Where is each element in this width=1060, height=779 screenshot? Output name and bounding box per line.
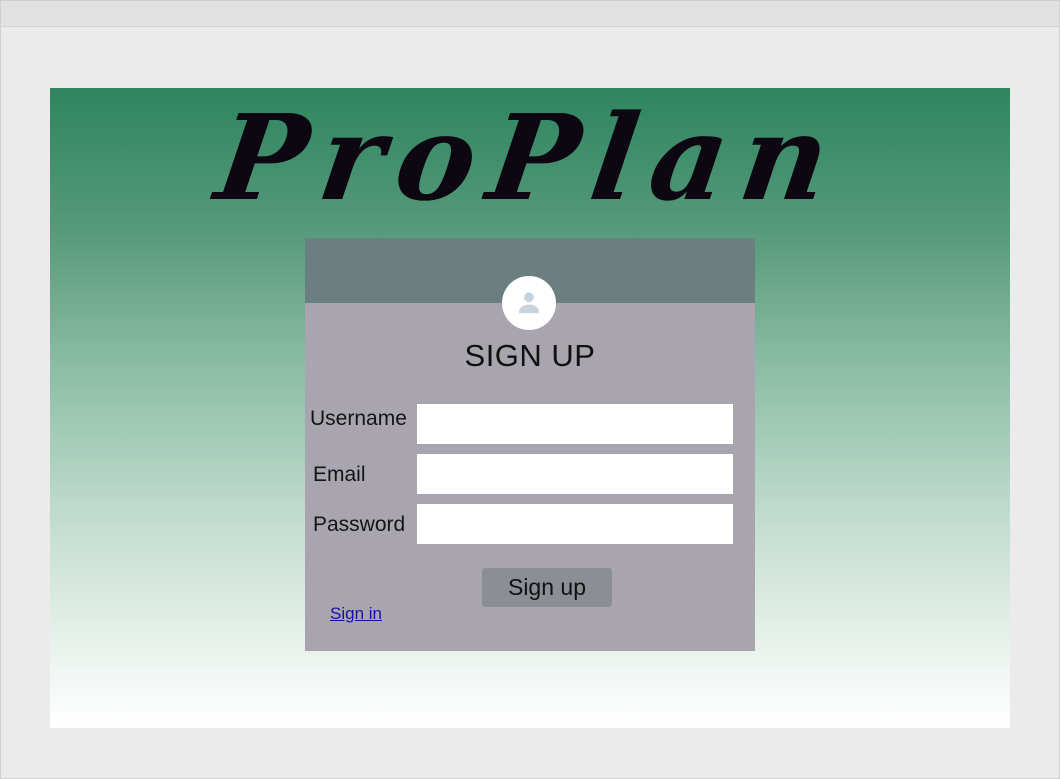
- signup-title: SIGN UP: [464, 338, 596, 373]
- password-input[interactable]: [417, 504, 733, 544]
- email-input[interactable]: [417, 454, 733, 494]
- brand-logo-title: ProPlan: [208, 88, 852, 227]
- page-background: ProPlan SIGN UP Username Email Password …: [50, 88, 1010, 728]
- browser-window: ProPlan SIGN UP Username Email Password …: [0, 0, 1060, 779]
- username-input[interactable]: [417, 404, 733, 444]
- user-icon: [519, 292, 539, 314]
- avatar: [502, 276, 556, 330]
- password-label: Password: [313, 513, 406, 536]
- signin-link[interactable]: Sign in: [330, 604, 382, 624]
- window-title-bar: [1, 1, 1059, 27]
- email-label: Email: [313, 463, 366, 486]
- username-label: Username: [310, 407, 407, 430]
- signup-button[interactable]: Sign up: [482, 568, 612, 607]
- signup-card: SIGN UP Username Email Password Sign up …: [305, 238, 755, 651]
